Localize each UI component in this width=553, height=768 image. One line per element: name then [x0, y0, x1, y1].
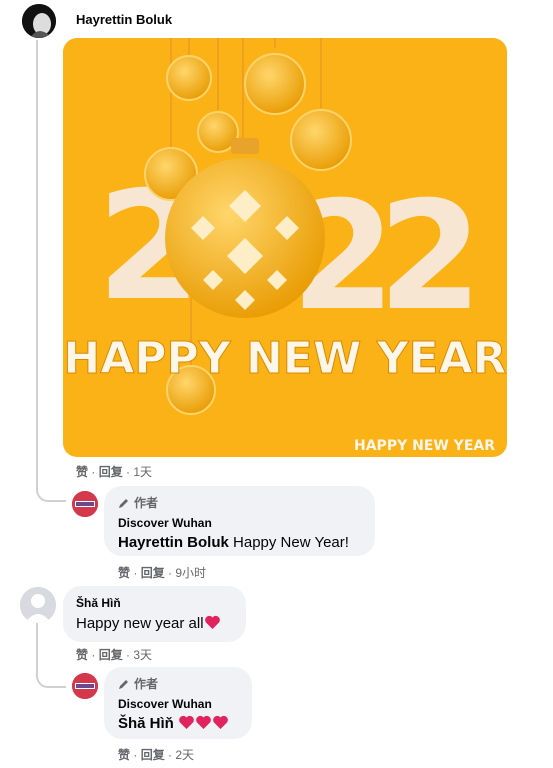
comment-author[interactable]: Šhă Hìň	[76, 596, 121, 610]
reply-button[interactable]: 回复	[99, 465, 123, 479]
comment-actions: 赞 · 回复 · 1天	[76, 465, 153, 479]
author-tag-label: 作者	[134, 677, 159, 691]
reply-button[interactable]: 回复	[141, 748, 165, 762]
timestamp[interactable]: 1天	[133, 465, 152, 479]
mention-link[interactable]: Šhă Hìň	[118, 715, 174, 732]
comment-message: Happy new year all	[76, 615, 204, 632]
like-button[interactable]: 赞	[76, 465, 88, 479]
reply-bubble: 作者 Discover Wuhan Hayrettin Boluk Happy …	[104, 486, 375, 556]
heart-emoji-icon	[179, 715, 194, 729]
reply-button[interactable]: 回复	[99, 648, 123, 662]
comment-text: Happy new year all	[76, 615, 221, 632]
avatar[interactable]	[72, 491, 98, 517]
author-badge: 作者	[118, 675, 158, 692]
reply-actions: 赞 · 回复 · 9小时	[118, 566, 207, 580]
reply-actions: 赞 · 回复 · 2天	[118, 748, 195, 762]
heart-emoji-icon	[204, 615, 220, 629]
mention-link[interactable]: Hayrettin Boluk	[118, 534, 229, 551]
thread-line	[36, 40, 66, 502]
reply-button[interactable]: 回复	[141, 566, 165, 580]
comment-actions: 赞 · 回复 · 3天	[76, 648, 153, 662]
new-year-ornament-graphic: 2 2 2 HAPPY NEW YEAR HAPPY NEW YEAR	[63, 38, 507, 454]
avatar[interactable]	[72, 673, 98, 699]
like-button[interactable]: 赞	[118, 566, 130, 580]
reply-text: Šhă Hìň	[118, 715, 229, 732]
author-badge: 作者	[118, 494, 158, 511]
reply-text: Hayrettin Boluk Happy New Year!	[118, 534, 349, 551]
avatar[interactable]	[22, 4, 56, 38]
year-digit: 2	[378, 170, 482, 344]
timestamp[interactable]: 3天	[133, 648, 152, 662]
comment-bubble: Šhă Hìň Happy new year all	[63, 586, 246, 642]
reply-bubble: 作者 Discover Wuhan Šhă Hìň	[104, 667, 252, 739]
thread-line	[36, 622, 66, 688]
comment-image[interactable]: 2 2 2 HAPPY NEW YEAR HAPPY NEW YEAR	[63, 38, 507, 457]
reply-author[interactable]: Discover Wuhan	[118, 697, 212, 711]
like-button[interactable]: 赞	[76, 648, 88, 662]
image-caption: HAPPY NEW YEAR	[354, 438, 495, 454]
avatar[interactable]	[20, 587, 56, 623]
image-headline: HAPPY NEW YEAR	[63, 333, 506, 384]
reply-author[interactable]: Discover Wuhan	[118, 516, 212, 530]
heart-emoji-icon	[213, 715, 228, 729]
author-tag-label: 作者	[134, 496, 159, 510]
timestamp[interactable]: 2天	[175, 748, 194, 762]
like-button[interactable]: 赞	[118, 748, 130, 762]
comment-author[interactable]: Hayrettin Boluk	[76, 12, 172, 27]
pencil-icon	[119, 679, 128, 689]
reply-message: Happy New Year!	[228, 534, 349, 551]
timestamp[interactable]: 9小时	[175, 566, 206, 580]
heart-emoji-icon	[196, 715, 211, 729]
pencil-icon	[119, 498, 128, 508]
